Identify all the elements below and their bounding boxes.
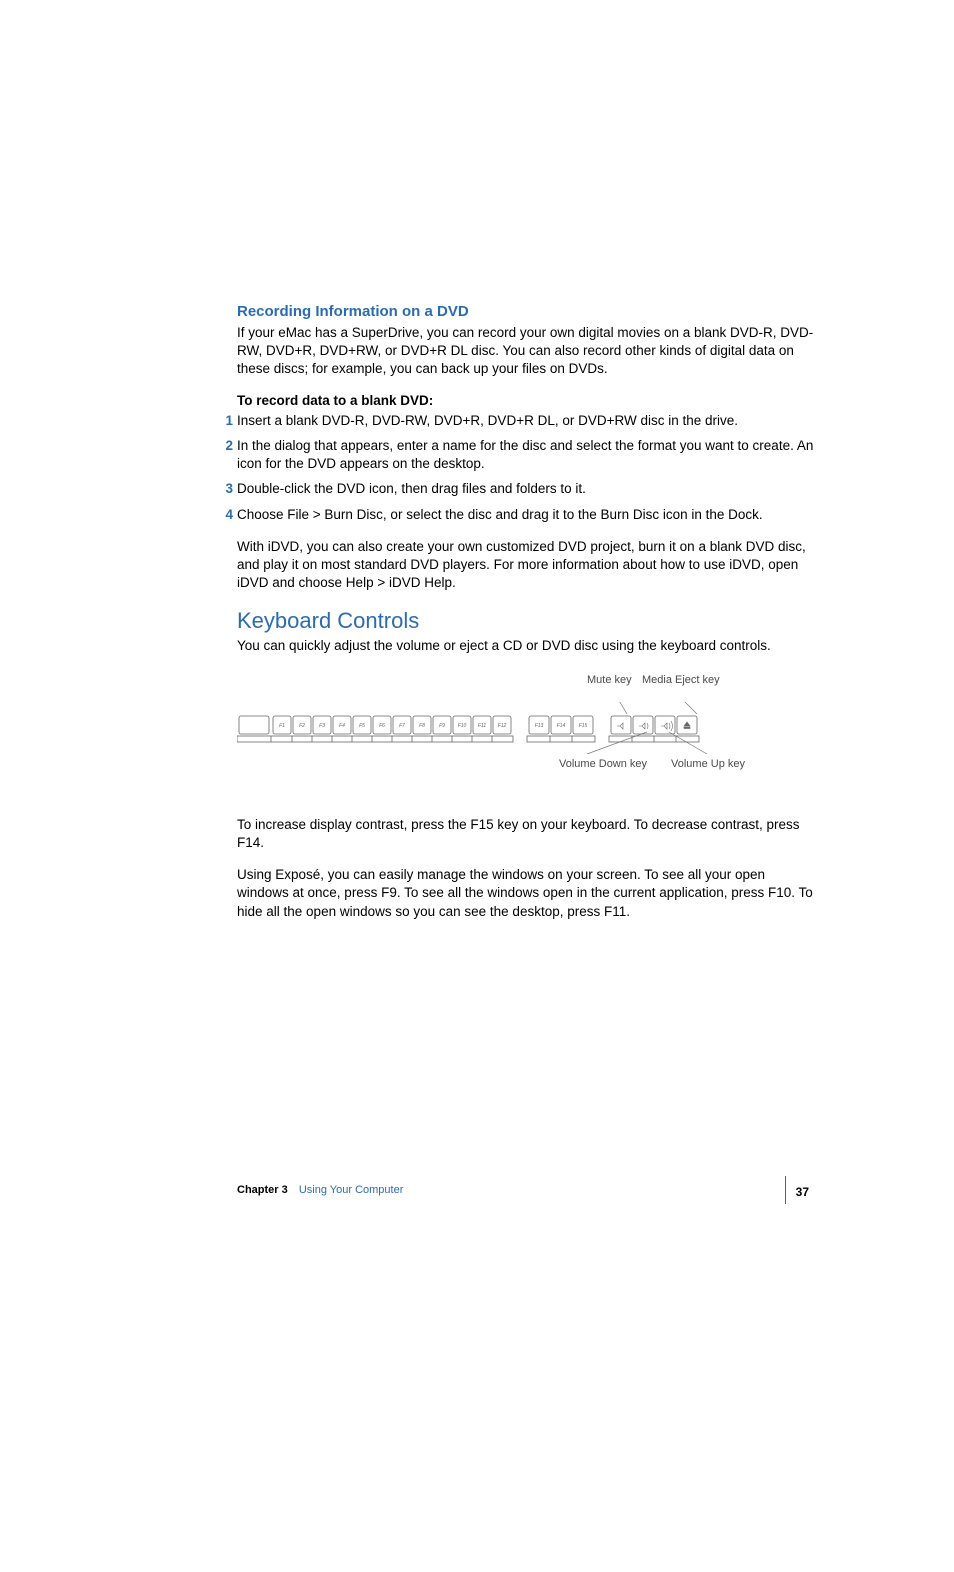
svg-text:F9: F9 (439, 723, 445, 729)
svg-text:F14: F14 (557, 723, 566, 729)
instruction-heading: To record data to a blank DVD: (237, 393, 817, 408)
outro-para: With iDVD, you can also create your own … (237, 538, 817, 593)
label-media-eject-key: Media Eject key (642, 674, 720, 686)
label-mute-key: Mute key (587, 674, 632, 686)
step-text: In the dialog that appears, enter a name… (237, 438, 813, 471)
step-text: Insert a blank DVD-R, DVD-RW, DVD+R, DVD… (237, 413, 738, 428)
step-text: Choose File > Burn Disc, or select the d… (237, 507, 763, 522)
contrast-para: To increase display contrast, press the … (237, 816, 817, 852)
svg-text:F10: F10 (458, 723, 467, 729)
step-num: 3 (223, 480, 233, 498)
svg-text:F8: F8 (419, 723, 425, 729)
label-volume-down-key: Volume Down key (559, 758, 647, 770)
svg-text:F1: F1 (279, 723, 285, 729)
step-3: 3 Double-click the DVD icon, then drag fi… (223, 480, 817, 498)
svg-text:F4: F4 (339, 723, 345, 729)
footer-chapter: Chapter 3 (237, 1184, 288, 1196)
label-volume-up-key: Volume Up key (671, 758, 745, 770)
page-content: Recording Information on a DVD If your e… (237, 303, 817, 935)
svg-text:F15: F15 (579, 723, 588, 729)
svg-text:F13: F13 (535, 723, 544, 729)
keyboard-row-illustration: F1 F2 F3 F4 F5 F6 F7 F8 F9 F10 F11 F12 F13 F14 F15 (237, 702, 737, 754)
svg-text:F7: F7 (399, 723, 405, 729)
keyboard-diagram: Mute key Media Eject key (237, 674, 817, 794)
footer-divider (785, 1176, 786, 1204)
step-1: 1 Insert a blank DVD-R, DVD-RW, DVD+R, DV… (223, 412, 817, 430)
svg-text:F5: F5 (359, 723, 365, 729)
step-num: 4 (223, 506, 233, 524)
step-2: 2In the dialog that appears, enter a nam… (223, 437, 817, 473)
step-num: 1 (223, 412, 233, 430)
svg-text:F3: F3 (319, 723, 325, 729)
svg-text:F2: F2 (299, 723, 305, 729)
page-number: 37 (796, 1185, 809, 1199)
intro-para-1: If your eMac has a SuperDrive, you can r… (237, 324, 817, 379)
svg-text:F6: F6 (379, 723, 385, 729)
footer-chapter-title: Using Your Computer (299, 1184, 404, 1196)
subheading-recording: Recording Information on a DVD (237, 303, 817, 320)
svg-text:F11: F11 (478, 723, 486, 729)
expose-para: Using Exposé, you can easily manage the … (237, 866, 817, 921)
step-num: 2 (223, 437, 233, 455)
keyboard-intro: You can quickly adjust the volume or eje… (237, 637, 817, 655)
steps-list: 1Insert a blank DVD-R, DVD-RW, DVD+R, DV… (237, 412, 817, 524)
page-footer: Chapter 3 Using Your Computer (237, 1184, 403, 1196)
step-4: 4 Choose File > Burn Disc, or select the … (223, 506, 817, 524)
section-heading-keyboard: Keyboard Controls (237, 608, 817, 634)
svg-text:F12: F12 (498, 723, 507, 729)
step-text: Double-click the DVD icon, then drag fil… (237, 481, 586, 496)
